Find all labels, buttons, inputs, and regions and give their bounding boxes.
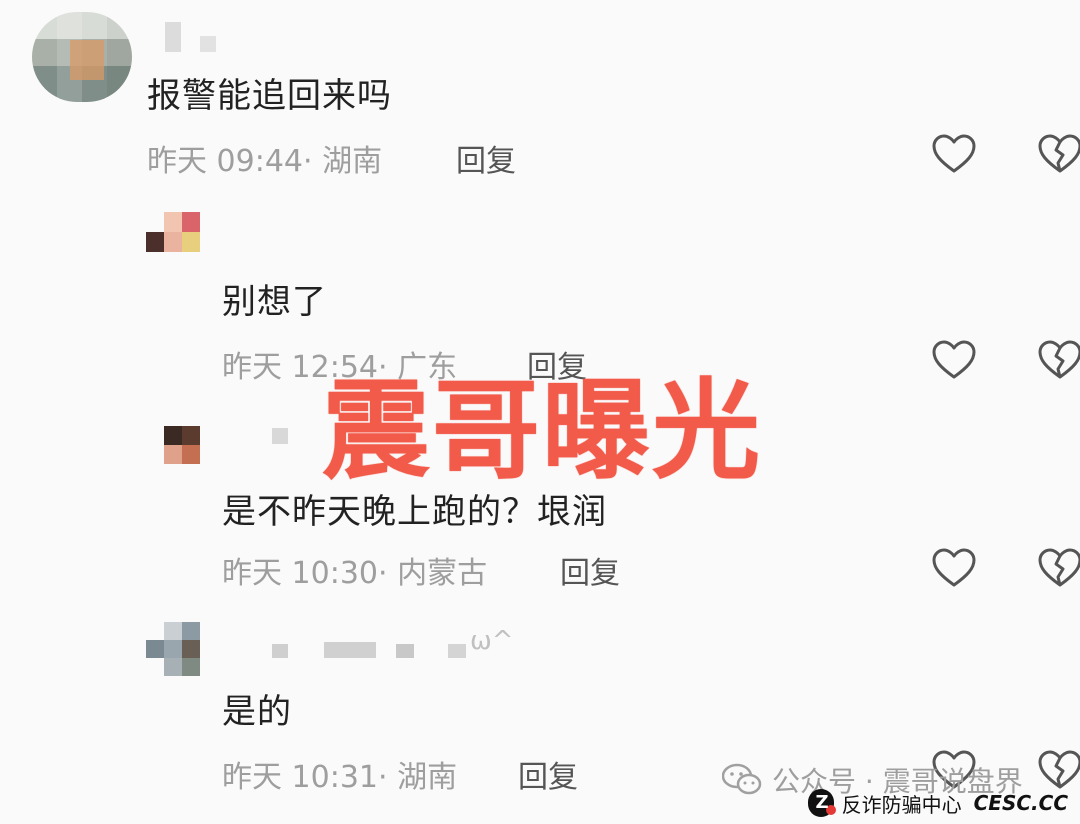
- avatar[interactable]: [32, 12, 132, 102]
- comment-meta: 昨天 09:44· 湖南: [147, 144, 383, 179]
- logo-text: 反诈防骗中心: [841, 792, 962, 817]
- like-heart-icon[interactable]: [930, 336, 978, 384]
- username-blurred[interactable]: [200, 36, 216, 52]
- comment-meta: 昨天 10:30· 内蒙古: [222, 556, 488, 591]
- username-blurred[interactable]: [272, 644, 288, 658]
- wechat-icon: [721, 763, 762, 797]
- logo-url: CESC.CC: [973, 791, 1068, 815]
- comment-text: 是的: [222, 692, 292, 732]
- username-blurred[interactable]: [165, 22, 181, 52]
- overlay-watermark-title: 震哥曝光: [322, 369, 763, 494]
- like-heart-icon[interactable]: [930, 130, 978, 178]
- anti-fraud-logo-icon: [808, 789, 836, 817]
- username-suffix: ω^: [470, 626, 514, 656]
- comment-text: 报警能追回来吗: [147, 76, 392, 116]
- footer-logo: 反诈防骗中心 CESC.CC: [808, 788, 1068, 818]
- reply-button[interactable]: 回复: [518, 752, 578, 796]
- dislike-broken-heart-icon[interactable]: [1036, 746, 1080, 794]
- dislike-broken-heart-icon[interactable]: [1036, 544, 1080, 592]
- comment-thread: 报警能追回来吗 昨天 09:44· 湖南 回复 别想了 昨天 12:54· 广东…: [0, 0, 1080, 824]
- username-blurred[interactable]: [324, 642, 376, 658]
- avatar[interactable]: [146, 622, 200, 676]
- comment-meta: 昨天 10:31· 湖南: [222, 760, 458, 795]
- like-heart-icon[interactable]: [930, 544, 978, 592]
- avatar[interactable]: [164, 426, 200, 464]
- username-blurred[interactable]: [448, 644, 466, 658]
- reply-button[interactable]: 回复: [456, 136, 516, 180]
- dislike-broken-heart-icon[interactable]: [1036, 130, 1080, 178]
- avatar[interactable]: [146, 212, 200, 258]
- comment-text: 别想了: [222, 282, 327, 322]
- comment-item: 报警能追回来吗 昨天 09:44· 湖南 回复: [0, 0, 1080, 190]
- username-blurred[interactable]: [396, 644, 414, 658]
- dislike-broken-heart-icon[interactable]: [1036, 336, 1080, 384]
- username-blurred[interactable]: [272, 428, 288, 444]
- reply-button[interactable]: 回复: [560, 548, 620, 592]
